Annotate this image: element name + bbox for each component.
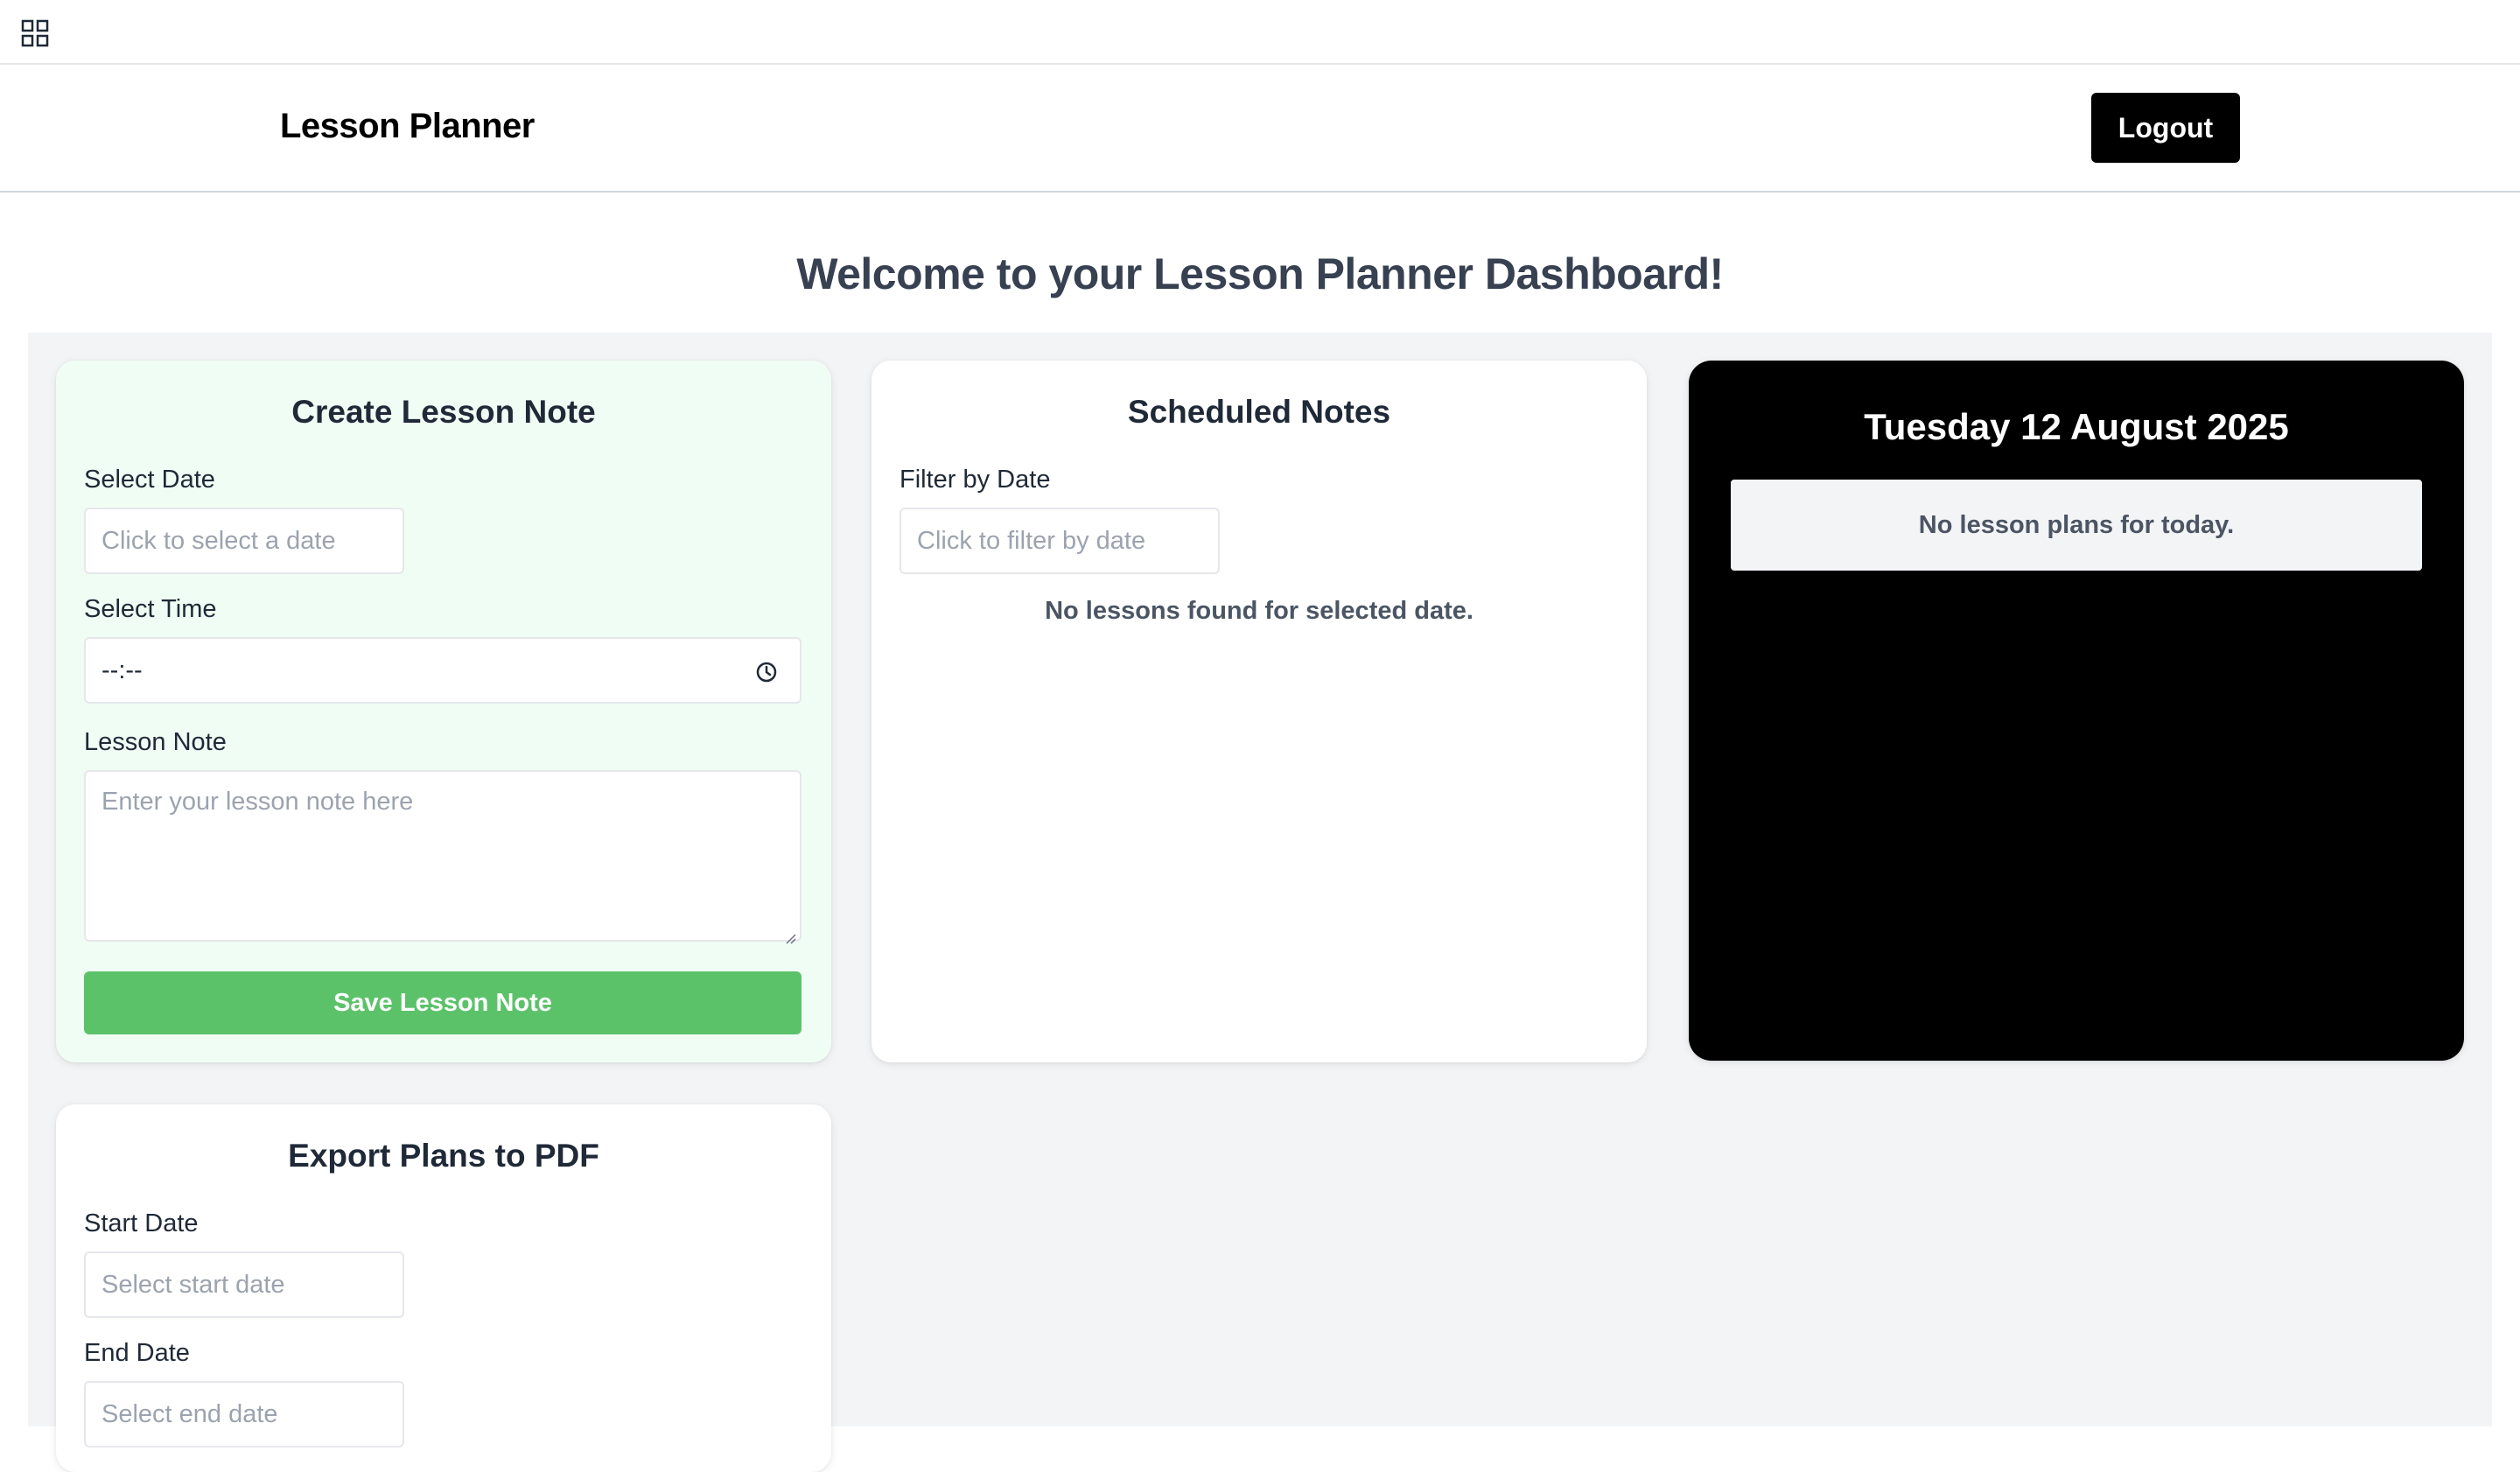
clock-icon[interactable] [754,660,779,684]
export-title: Export Plans to PDF [288,1138,599,1174]
select-date-placeholder: Click to select a date [102,526,336,555]
start-date-label: Start Date [84,1209,199,1237]
select-time-label: Select Time [84,595,217,623]
today-date: Tuesday 12 August 2025 [1864,406,2289,447]
end-date-input[interactable]: Select end date [84,1381,404,1447]
start-date-input[interactable]: Select start date [84,1251,404,1318]
time-value: --:-- [102,655,143,684]
top-utility-bar [0,0,2520,65]
end-date-placeholder: Select end date [102,1399,278,1428]
lesson-note-label: Lesson Note [84,728,227,756]
no-lessons-message: No lessons found for selected date. [1045,597,1474,625]
resize-handle-icon[interactable] [782,922,796,944]
navbar: Lesson Planner Logout [0,65,2520,193]
today-card: Tuesday 12 August 2025 No lesson plans f… [1689,361,2464,1061]
export-pdf-card: Export Plans to PDF Start Date Select st… [56,1104,831,1472]
select-date-label: Select Date [84,466,215,494]
logout-button[interactable]: Logout [2091,93,2240,163]
grid-icon[interactable] [21,19,49,47]
lesson-note-textarea[interactable]: Enter your lesson note here [84,770,802,944]
scheduled-notes-title: Scheduled Notes [1127,394,1391,430]
scheduled-notes-card: Scheduled Notes Filter by Date Click to … [872,361,1647,1062]
brand-title: Lesson Planner [280,107,535,145]
today-empty-message: No lesson plans for today. [1918,510,2235,539]
today-lessons-box: No lesson plans for today. [1731,480,2422,571]
create-lesson-note-card: Create Lesson Note Select Date Click to … [56,361,831,1062]
lesson-note-placeholder: Enter your lesson note here [102,788,414,816]
page-title: Welcome to your Lesson Planner Dashboard… [796,249,1724,298]
filter-date-label: Filter by Date [900,466,1051,494]
select-time-input[interactable]: --:-- [84,637,802,704]
end-date-label: End Date [84,1339,190,1367]
create-note-title: Create Lesson Note [291,394,596,430]
select-date-input[interactable]: Click to select a date [84,508,404,574]
filter-date-placeholder: Click to filter by date [917,526,1146,555]
save-lesson-note-button[interactable]: Save Lesson Note [84,971,802,1034]
start-date-placeholder: Select start date [102,1270,285,1299]
filter-date-input[interactable]: Click to filter by date [900,508,1220,574]
